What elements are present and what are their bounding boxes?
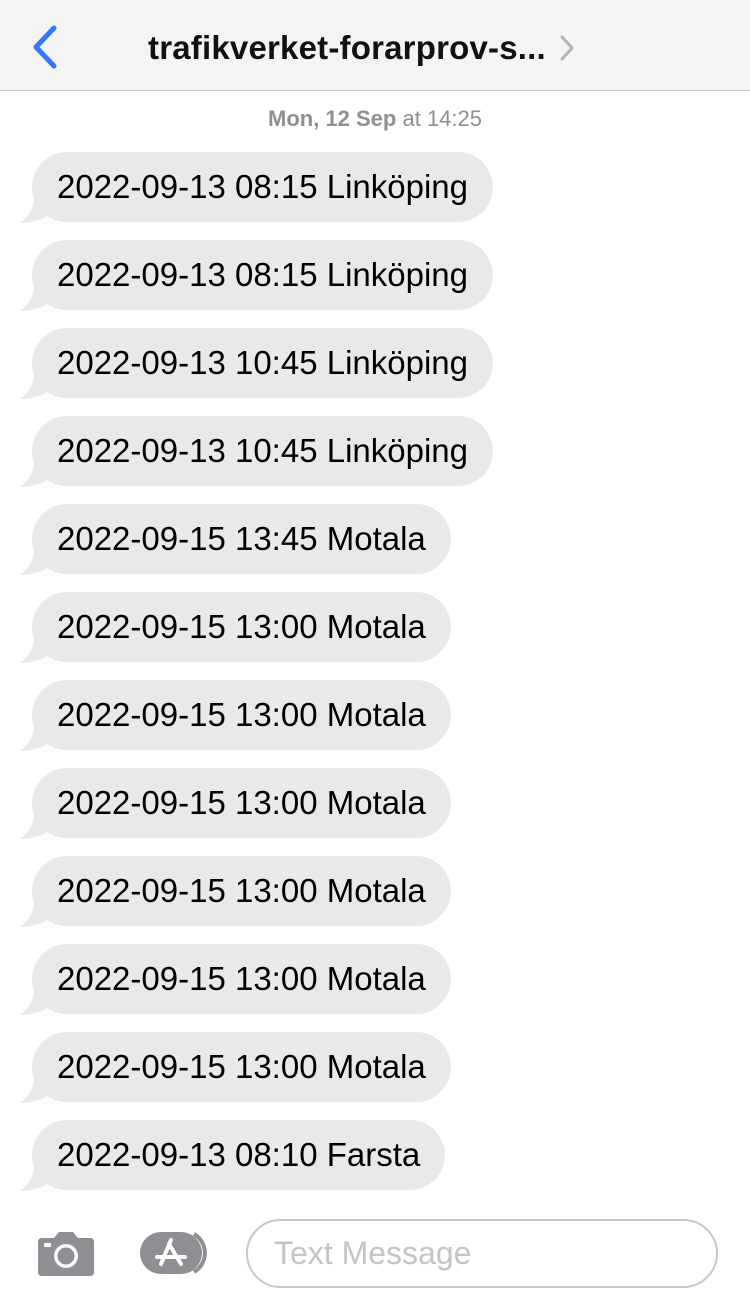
message-row: 2022-09-13 08:15 Linköping (0, 240, 750, 311)
message-row: 2022-09-15 13:00 Motala (0, 856, 750, 927)
message-composer (0, 1212, 750, 1297)
message-bubble[interactable]: 2022-09-15 13:00 Motala (32, 944, 451, 1014)
message-row: 2022-09-15 13:00 Motala (0, 680, 750, 751)
message-row: 2022-09-15 13:00 Motala (0, 768, 750, 839)
message-timestamp: Mon, 12 Sep at 14:25 (0, 106, 750, 132)
message-row: 2022-09-15 13:00 Motala (0, 592, 750, 663)
message-bubble[interactable]: 2022-09-13 08:10 Farsta (32, 1120, 446, 1190)
message-bubble[interactable]: 2022-09-15 13:00 Motala (32, 768, 451, 838)
text-message-input[interactable] (246, 1219, 718, 1288)
message-bubble[interactable]: 2022-09-13 10:45 Linköping (32, 416, 494, 486)
conversation-title-button[interactable]: trafikverket-forarprov-s... (148, 26, 576, 70)
message-row: 2022-09-15 13:00 Motala (0, 944, 750, 1015)
message-list: 2022-09-13 08:15 Linköping 2022-09-13 08:… (0, 152, 750, 1208)
message-row: 2022-09-13 08:15 Linköping (0, 152, 750, 223)
timestamp-day: Mon, 12 Sep (268, 106, 397, 131)
message-bubble[interactable]: 2022-09-13 08:15 Linköping (32, 240, 494, 310)
message-bubble[interactable]: 2022-09-15 13:00 Motala (32, 856, 451, 926)
chevron-right-icon (560, 35, 574, 61)
camera-icon (38, 1232, 94, 1276)
conversation-title: trafikverket-forarprov-s... (148, 29, 546, 66)
camera-button[interactable] (36, 1230, 96, 1278)
message-row: 2022-09-13 08:10 Farsta (0, 1120, 750, 1191)
message-row: 2022-09-15 13:00 Motala (0, 1032, 750, 1103)
message-bubble[interactable]: 2022-09-15 13:45 Motala (32, 504, 451, 574)
navigation-bar: trafikverket-forarprov-s... (0, 0, 750, 91)
app-store-icon (140, 1232, 207, 1274)
chevron-left-icon (33, 25, 57, 69)
apps-button[interactable] (139, 1228, 213, 1278)
message-bubble[interactable]: 2022-09-15 13:00 Motala (32, 680, 451, 750)
message-bubble[interactable]: 2022-09-15 13:00 Motala (32, 592, 451, 662)
back-button[interactable] (28, 24, 68, 70)
message-row: 2022-09-13 10:45 Linköping (0, 328, 750, 399)
message-row: 2022-09-15 13:45 Motala (0, 504, 750, 575)
message-row: 2022-09-13 10:45 Linköping (0, 416, 750, 487)
message-bubble[interactable]: 2022-09-15 13:00 Motala (32, 1032, 451, 1102)
message-bubble[interactable]: 2022-09-13 10:45 Linköping (32, 328, 494, 398)
timestamp-time: at 14:25 (402, 106, 482, 131)
message-bubble[interactable]: 2022-09-13 08:15 Linköping (32, 152, 494, 222)
